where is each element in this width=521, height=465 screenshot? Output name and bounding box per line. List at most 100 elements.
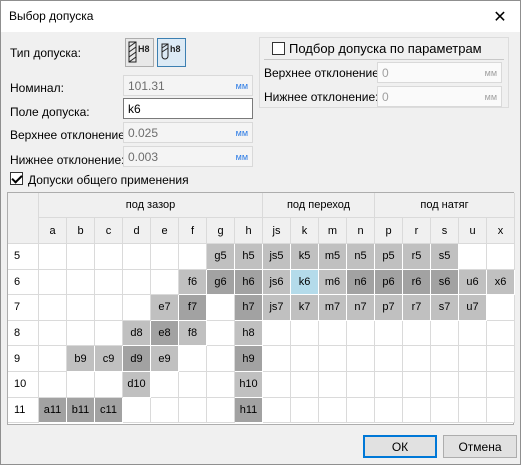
- params-upper-field[interactable]: 0 мм: [377, 62, 502, 83]
- tolerance-cell[interactable]: u7: [459, 295, 487, 321]
- empty-cell: [459, 397, 487, 424]
- params-upper-label: Верхнее отклонение:: [264, 66, 383, 80]
- column-header: s: [431, 218, 459, 244]
- params-checkbox-label[interactable]: Подбор допуска по параметрам: [289, 41, 482, 56]
- tolerance-cell[interactable]: h6: [235, 269, 263, 296]
- empty-cell: [207, 295, 235, 321]
- tolerance-cell[interactable]: r6: [403, 269, 431, 296]
- nominal-label: Номинал:: [10, 81, 64, 95]
- nominal-field[interactable]: 101.31 мм: [123, 75, 253, 96]
- empty-cell: [431, 372, 459, 398]
- empty-cell: [291, 346, 319, 372]
- tolerance-cell[interactable]: m7: [319, 295, 347, 321]
- tolerance-cell[interactable]: p6: [375, 269, 403, 296]
- empty-cell: [263, 346, 291, 372]
- empty-cell: [179, 346, 207, 372]
- tolerance-cell[interactable]: f7: [179, 295, 207, 321]
- empty-cell: [123, 397, 151, 424]
- lower-deviation-field[interactable]: 0.003 мм: [123, 146, 253, 167]
- shaft-tolerance-button[interactable]: h8: [157, 38, 186, 67]
- tolerance-cell[interactable]: r5: [403, 244, 431, 270]
- empty-cell: [487, 295, 515, 321]
- empty-cell: [375, 397, 403, 424]
- params-upper-unit: мм: [484, 68, 497, 78]
- tolerance-field-input[interactable]: k6: [123, 98, 253, 119]
- tolerance-cell[interactable]: r7: [403, 295, 431, 321]
- lower-deviation-value: 0.003: [128, 150, 159, 164]
- empty-cell: [67, 295, 95, 321]
- params-lower-field[interactable]: 0 мм: [377, 86, 502, 107]
- empty-cell: [39, 269, 67, 296]
- general-tolerances-checkbox[interactable]: [10, 172, 23, 185]
- tolerance-cell[interactable]: e9: [151, 346, 179, 372]
- tolerance-cell[interactable]: g5: [207, 244, 235, 270]
- tolerance-cell[interactable]: h8: [235, 320, 263, 347]
- tolerance-cell[interactable]: g6: [207, 269, 235, 296]
- tolerance-cell[interactable]: p7: [375, 295, 403, 321]
- empty-cell: [179, 244, 207, 270]
- tolerance-cell[interactable]: e8: [151, 320, 179, 347]
- general-tolerances-label[interactable]: Допуски общего применения: [28, 173, 189, 187]
- empty-cell: [67, 372, 95, 398]
- tolerance-cell[interactable]: x6: [487, 269, 515, 296]
- tolerance-cell[interactable]: n5: [347, 244, 375, 270]
- hole-tolerance-button[interactable]: H8: [125, 38, 154, 67]
- empty-cell: [459, 320, 487, 347]
- upper-deviation-unit: мм: [235, 128, 248, 138]
- tolerance-cell[interactable]: js5: [263, 244, 291, 270]
- empty-cell: [207, 320, 235, 347]
- empty-cell: [179, 372, 207, 398]
- tolerance-cell[interactable]: d8: [123, 320, 151, 347]
- close-icon[interactable]: ✕: [480, 1, 520, 32]
- params-checkbox[interactable]: [272, 42, 285, 55]
- tolerance-cell[interactable]: h9: [235, 346, 263, 372]
- cancel-button[interactable]: Отмена: [443, 435, 517, 458]
- tolerance-cell[interactable]: s5: [431, 244, 459, 270]
- tolerance-cell[interactable]: s6: [431, 269, 459, 296]
- tolerance-cell[interactable]: h5: [235, 244, 263, 270]
- empty-cell: [459, 372, 487, 398]
- tolerance-cell[interactable]: h7: [235, 295, 263, 321]
- empty-cell: [459, 346, 487, 372]
- tolerance-cell[interactable]: k7: [291, 295, 319, 321]
- column-header: n: [347, 218, 375, 244]
- empty-cell: [431, 397, 459, 424]
- tolerance-cell[interactable]: h11: [235, 397, 263, 424]
- empty-cell: [291, 320, 319, 347]
- tolerance-cell[interactable]: m5: [319, 244, 347, 270]
- tolerance-cell[interactable]: m6: [319, 269, 347, 296]
- tolerance-cell[interactable]: js6: [263, 269, 291, 296]
- tolerance-cell[interactable]: b9: [67, 346, 95, 372]
- tolerance-cell[interactable]: js7: [263, 295, 291, 321]
- params-lower-label: Нижнее отклонение:: [264, 90, 379, 104]
- empty-cell: [207, 397, 235, 424]
- empty-cell: [263, 397, 291, 424]
- tolerance-cell[interactable]: s7: [431, 295, 459, 321]
- tolerance-cell[interactable]: p5: [375, 244, 403, 270]
- empty-cell: [95, 244, 123, 270]
- ok-button[interactable]: ОК: [363, 435, 437, 458]
- empty-cell: [403, 397, 431, 424]
- upper-deviation-field[interactable]: 0.025 мм: [123, 122, 253, 143]
- tolerance-cell[interactable]: f8: [179, 320, 207, 347]
- tolerance-cell[interactable]: b11: [67, 397, 95, 424]
- empty-cell: [207, 372, 235, 398]
- tolerance-cell[interactable]: k5: [291, 244, 319, 270]
- tolerance-cell[interactable]: f6: [179, 269, 207, 296]
- tolerance-cell[interactable]: h10: [235, 372, 263, 398]
- tolerance-cell[interactable]: e7: [151, 295, 179, 321]
- empty-cell: [319, 397, 347, 424]
- row-header: 5: [8, 244, 39, 270]
- shaft-tolerance-text: h8: [170, 44, 181, 54]
- tolerance-cell[interactable]: n6: [347, 269, 375, 296]
- tolerance-cell[interactable]: d9: [123, 346, 151, 372]
- tolerance-cell[interactable]: c9: [95, 346, 123, 372]
- tolerance-cell[interactable]: k6: [291, 269, 319, 296]
- tolerance-cell[interactable]: n7: [347, 295, 375, 321]
- tolerance-cell[interactable]: u6: [459, 269, 487, 296]
- tolerance-cell[interactable]: a11: [39, 397, 67, 424]
- empty-cell: [487, 372, 515, 398]
- grid-corner: [8, 193, 39, 244]
- tolerance-cell[interactable]: c11: [95, 397, 123, 424]
- tolerance-cell[interactable]: d10: [123, 372, 151, 398]
